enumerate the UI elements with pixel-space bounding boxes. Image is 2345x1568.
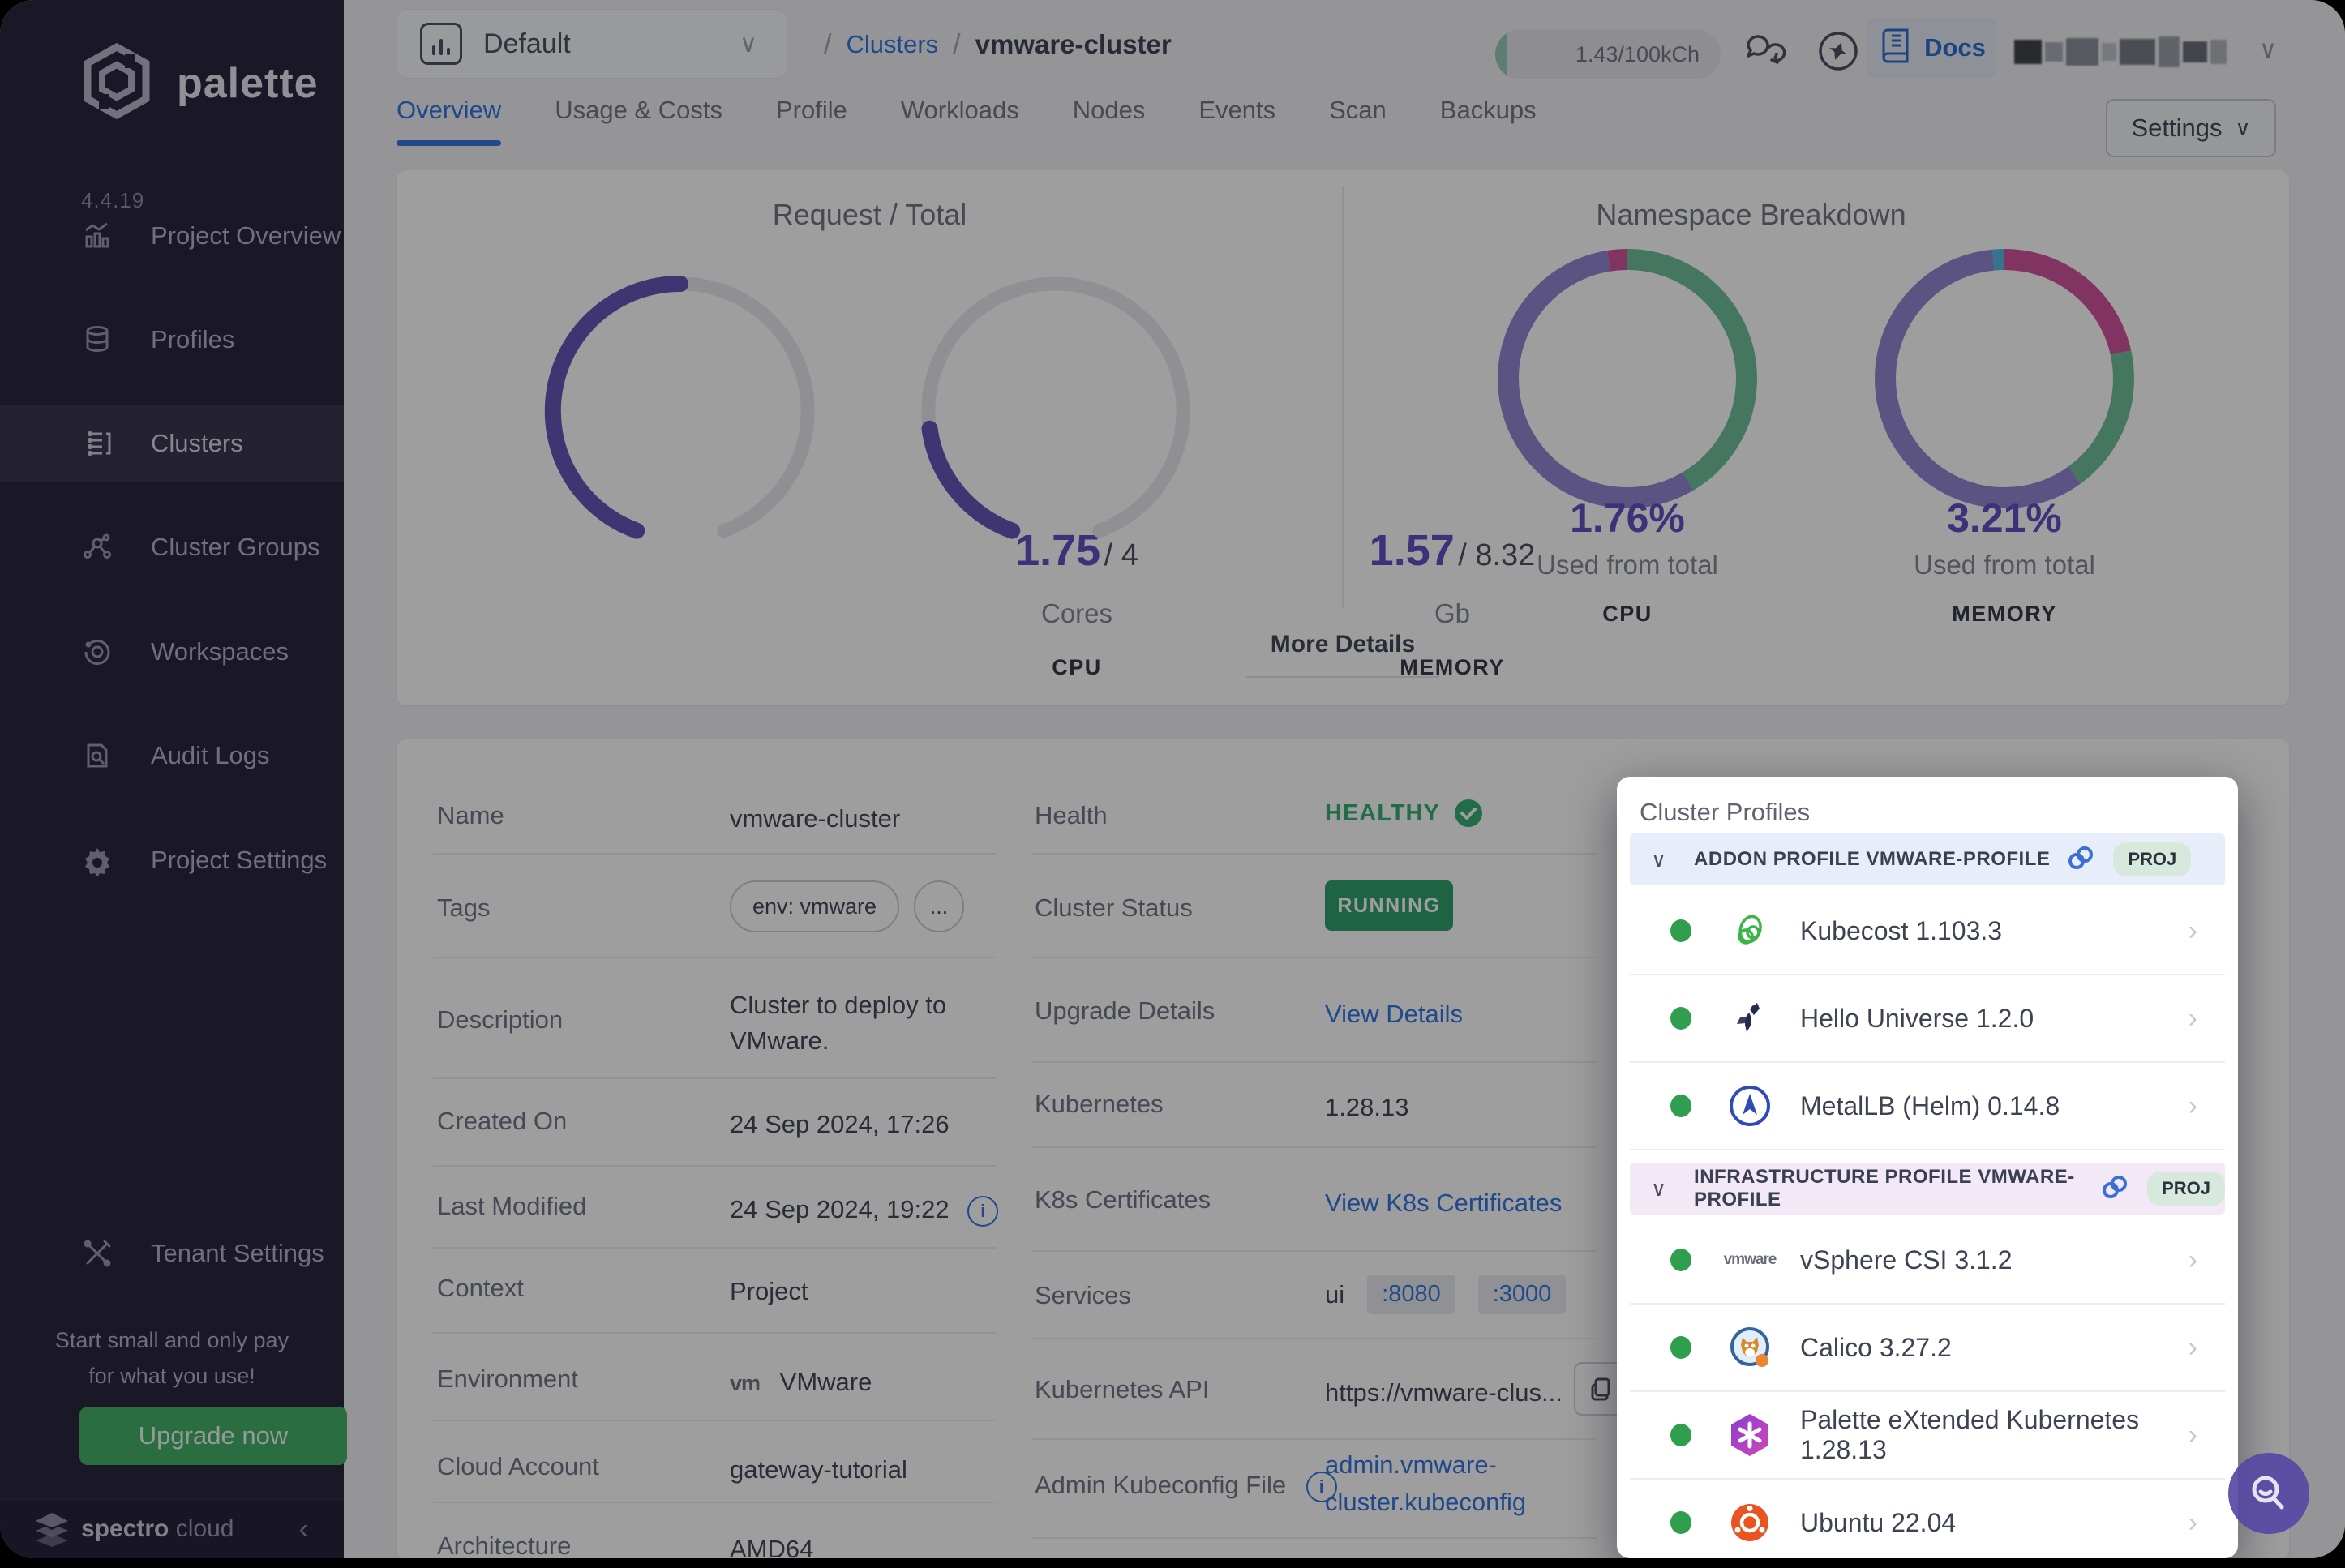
chevron-right-icon: ›	[2189, 1332, 2197, 1364]
profile-layer-row-hello-universe[interactable]: Hello Universe 1.2.0 ›	[1630, 978, 2225, 1059]
chevron-right-icon: ›	[2189, 915, 2197, 947]
profile-layer-row-metallb[interactable]: MetalLB (Helm) 0.14.8 ›	[1630, 1065, 2225, 1146]
status-dot	[1670, 919, 1691, 942]
profile-layer-label: Hello Universe 1.2.0	[1800, 1004, 2034, 1034]
status-dot	[1670, 1007, 1691, 1030]
chevron-right-icon: ›	[2189, 1090, 2197, 1122]
cluster-profiles-title: Cluster Profiles	[1640, 798, 1810, 827]
profile-layer-row-palette-extended-kubernetes[interactable]: Palette eXtended Kubernetes 1.28.13 ›	[1630, 1394, 2225, 1476]
ubuntu-icon	[1727, 1500, 1773, 1545]
profile-layer-row-vsphere-csi[interactable]: vmware vSphere CSI 3.1.2 ›	[1630, 1219, 2225, 1300]
infrastructure-profile-header-text: INFRASTRUCTURE PROFILE VMWARE-PROFILE	[1694, 1166, 2084, 1211]
app-window: palette 4.4.19 Project Overview Profiles	[0, 0, 2345, 1558]
proj-badge: PROJ	[2147, 1172, 2225, 1206]
profile-layer-label: Ubuntu 22.04	[1800, 1508, 1956, 1538]
vmware-logo: vmware	[1727, 1237, 1773, 1283]
profile-layer-label: vSphere CSI 3.1.2	[1800, 1245, 2012, 1275]
chevron-right-icon: ›	[2189, 1507, 2197, 1539]
status-dot	[1670, 1249, 1691, 1271]
cluster-profiles-panel: Cluster Profiles ∨ ADDON PROFILE VMWARE-…	[1617, 777, 2238, 1558]
kubecost-icon	[1727, 908, 1773, 953]
status-dot	[1670, 1424, 1691, 1446]
chevron-right-icon: ›	[2189, 1003, 2197, 1035]
hello-universe-icon	[1727, 996, 1773, 1041]
profile-layer-row-kubecost[interactable]: Kubecost 1.103.3 ›	[1630, 890, 2225, 971]
addon-profile-header-text: ADDON PROFILE VMWARE-PROFILE	[1694, 848, 2050, 871]
infrastructure-profile-header[interactable]: ∨ INFRASTRUCTURE PROFILE VMWARE-PROFILE …	[1630, 1163, 2225, 1215]
status-dot	[1670, 1336, 1691, 1359]
palette-extended-kubernetes-icon	[1727, 1412, 1773, 1458]
link-icon	[2066, 843, 2095, 876]
profile-layer-label: Palette eXtended Kubernetes 1.28.13	[1800, 1405, 2225, 1465]
addon-profile-header[interactable]: ∨ ADDON PROFILE VMWARE-PROFILE PROJ	[1630, 833, 2225, 885]
chevron-right-icon: ›	[2189, 1420, 2197, 1451]
chevron-right-icon: ›	[2189, 1245, 2197, 1276]
status-dot	[1670, 1511, 1691, 1534]
link-icon	[2100, 1172, 2129, 1206]
profile-layer-row-calico[interactable]: Calico 3.27.2 ›	[1630, 1307, 2225, 1388]
profile-layer-label: Calico 3.27.2	[1800, 1333, 1952, 1363]
status-dot	[1670, 1095, 1691, 1117]
metallb-icon	[1727, 1083, 1773, 1129]
chevron-down-icon: ∨	[1651, 847, 1666, 872]
profile-layer-label: MetalLB (Helm) 0.14.8	[1800, 1091, 2060, 1121]
search-icon	[2246, 1471, 2291, 1516]
chevron-down-icon: ∨	[1651, 1176, 1666, 1202]
profile-layer-label: Kubecost 1.103.3	[1800, 916, 2002, 946]
proj-badge: PROJ	[2113, 842, 2191, 876]
help-search-fab[interactable]	[2228, 1453, 2309, 1534]
calico-icon	[1727, 1325, 1773, 1370]
profile-layer-row-ubuntu[interactable]: Ubuntu 22.04 ›	[1630, 1482, 2225, 1558]
